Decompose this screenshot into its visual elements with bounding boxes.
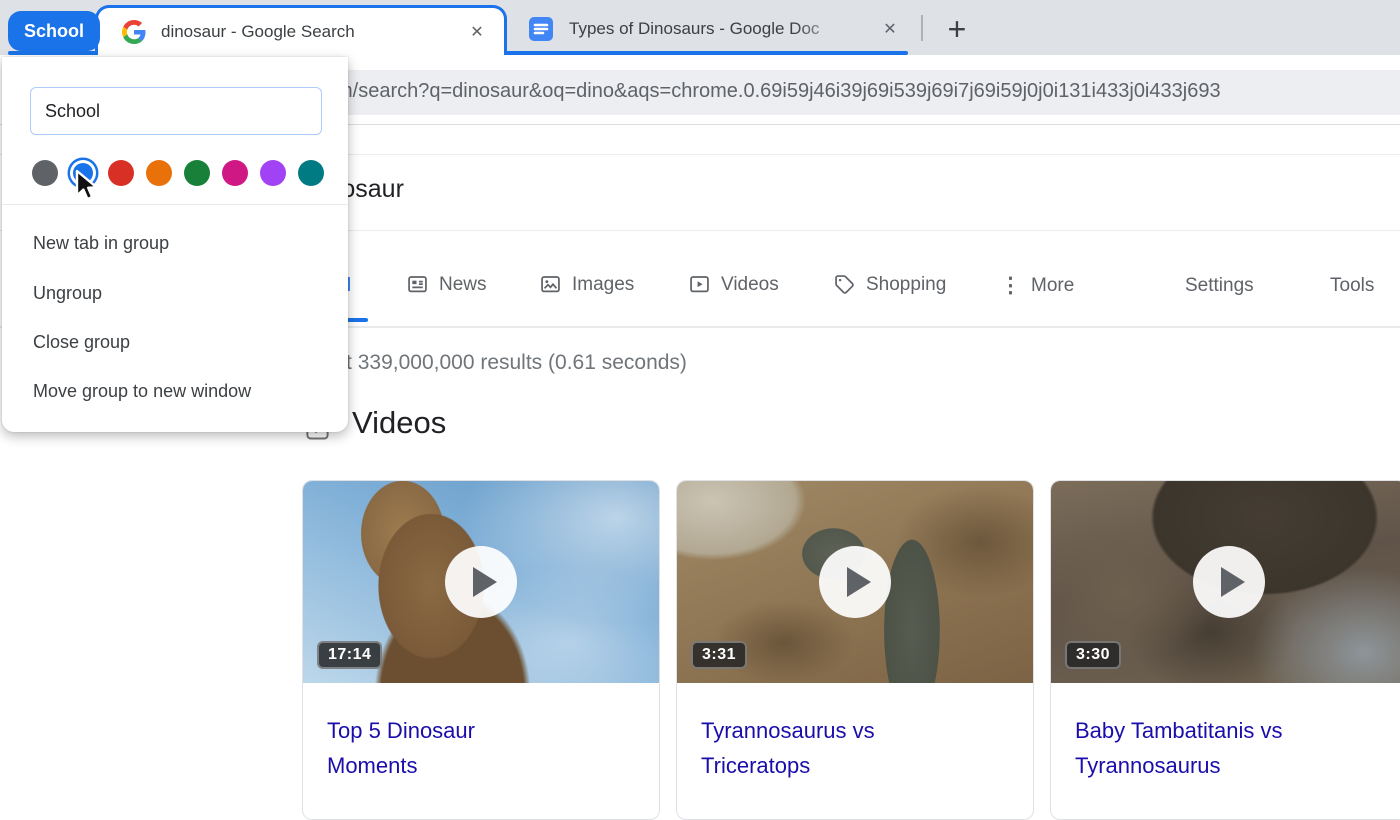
tab-group-label[interactable]: School [8, 11, 100, 51]
color-swatch-grey[interactable] [32, 160, 58, 186]
play-icon [847, 567, 871, 597]
tab-more[interactable]: ⋮ More [1000, 273, 1074, 298]
color-swatch-orange[interactable] [146, 160, 172, 186]
address-bar[interactable]: m/search?q=dinosaur&oq=dino&aqs=chrome.0… [300, 70, 1400, 115]
tab-dinosaur-search[interactable]: dinosaur - Google Search ✕ [95, 5, 507, 55]
tab-dinosaur-doc[interactable]: Types of Dinosaurs - Google Doc ✕ [512, 6, 904, 51]
google-favicon-icon [122, 20, 146, 44]
video-card[interactable]: 17:14 Top 5 Dinosaur Moments [302, 480, 660, 820]
tab-title: dinosaur - Google Search [161, 22, 451, 42]
color-swatch-red[interactable] [108, 160, 134, 186]
images-icon [539, 273, 562, 296]
video-title-link[interactable]: Tyrannosaurus vs Triceratops [677, 683, 962, 783]
video-play-icon [688, 273, 711, 296]
videos-section-heading: Videos [352, 405, 446, 441]
play-button[interactable] [819, 546, 891, 618]
title-fade [794, 19, 864, 39]
shopping-tag-icon [833, 273, 856, 296]
settings-link[interactable]: Settings [1185, 275, 1254, 297]
browser-window: { "colors": { "group": "#1a73e8", "link"… [0, 0, 1400, 786]
video-duration-badge: 3:31 [691, 641, 747, 669]
video-title-link[interactable]: Top 5 Dinosaur Moments [303, 683, 588, 783]
tab-group-menu: New tab in group Ungroup Close group Mov… [2, 57, 348, 432]
video-card[interactable]: 3:30 Baby Tambatitanis vs Tyrannosaurus [1050, 480, 1400, 820]
video-card[interactable]: 3:31 Tyrannosaurus vs Triceratops [676, 480, 1034, 820]
menu-item-new-tab-in-group[interactable]: New tab in group [33, 233, 169, 254]
new-tab-icon[interactable]: + [937, 9, 977, 49]
tab-images[interactable]: Images [539, 273, 634, 296]
close-icon[interactable]: ✕ [879, 19, 901, 39]
menu-item-close-group[interactable]: Close group [33, 332, 130, 353]
more-dots-icon: ⋮ [1000, 273, 1021, 298]
color-swatch-purple[interactable] [260, 160, 286, 186]
tab-shopping[interactable]: Shopping [833, 273, 946, 296]
cursor-icon [74, 170, 104, 209]
google-docs-favicon-icon [528, 16, 554, 42]
video-thumbnail-trex[interactable]: 3:30 [1051, 481, 1400, 683]
tab-news[interactable]: News [406, 273, 487, 296]
menu-divider [2, 204, 348, 205]
tools-link[interactable]: Tools [1330, 275, 1374, 297]
tab-strip: School dinosaur - Google Search ✕ Types … [0, 0, 1400, 55]
play-button[interactable] [1193, 546, 1265, 618]
play-button[interactable] [445, 546, 517, 618]
play-icon [473, 567, 497, 597]
group-name-input[interactable] [30, 87, 322, 135]
color-swatch-green[interactable] [184, 160, 210, 186]
result-stats: About 339,000,000 results (0.61 seconds) [297, 351, 687, 375]
menu-item-move-group[interactable]: Move group to new window [33, 381, 251, 402]
color-swatch-pink[interactable] [222, 160, 248, 186]
play-icon [1221, 567, 1245, 597]
video-thumbnail-dinosaur-sky[interactable]: 17:14 [303, 481, 659, 683]
video-thumbnail-sauropod[interactable]: 3:31 [677, 481, 1033, 683]
menu-item-ungroup[interactable]: Ungroup [33, 283, 102, 304]
video-duration-badge: 17:14 [317, 641, 382, 669]
news-icon [406, 273, 429, 296]
tab-title: Types of Dinosaurs - Google Doc [569, 19, 864, 39]
video-duration-badge: 3:30 [1065, 641, 1121, 669]
url-text: m/search?q=dinosaur&oq=dino&aqs=chrome.0… [336, 80, 1221, 103]
tab-videos[interactable]: Videos [688, 273, 779, 296]
tab-separator [921, 15, 923, 41]
close-icon[interactable]: ✕ [466, 22, 488, 42]
color-swatch-cyan[interactable] [298, 160, 324, 186]
video-title-link[interactable]: Baby Tambatitanis vs Tyrannosaurus [1051, 683, 1336, 783]
